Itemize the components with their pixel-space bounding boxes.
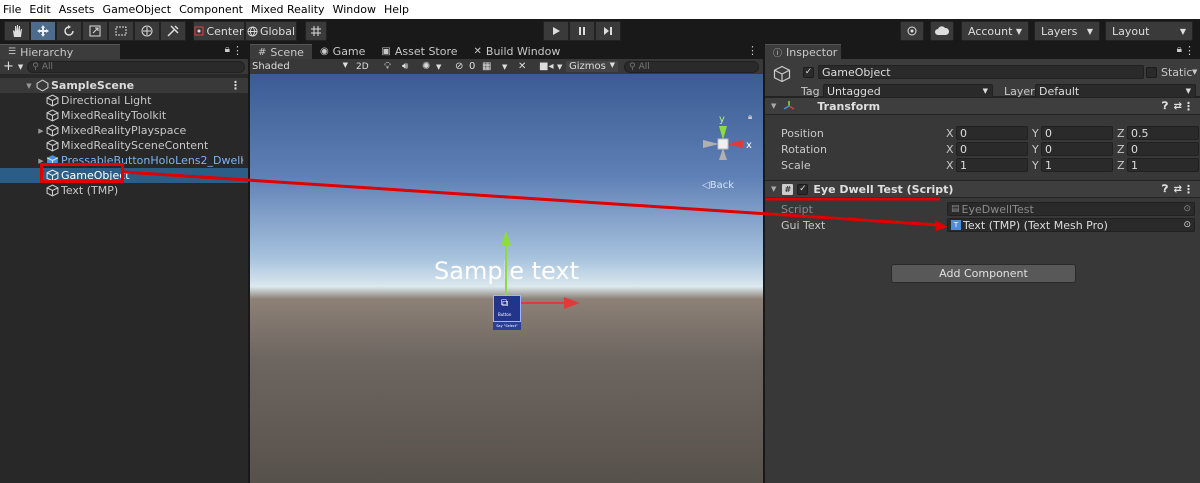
annotation-arrowhead [935, 220, 948, 231]
annotation-overlay [123, 170, 948, 231]
